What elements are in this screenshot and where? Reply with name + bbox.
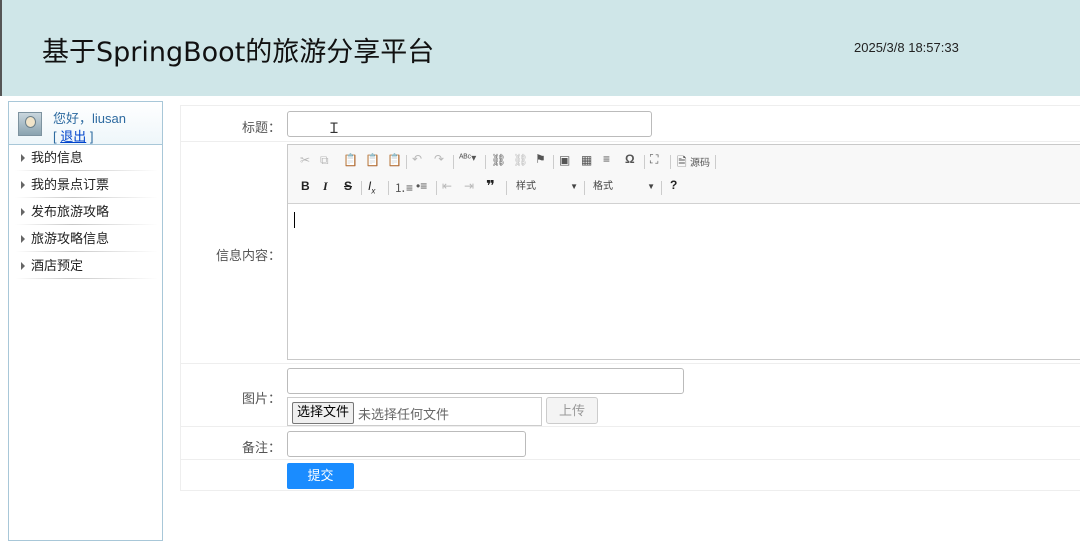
upload-button[interactable]: 上传 [546,397,598,424]
toolbar-separator [661,181,662,195]
caret-right-icon [21,181,25,189]
copy-icon[interactable]: ⧉ [320,153,329,168]
anchor-flag-icon[interactable]: ⚑ [535,152,546,166]
logout-bracket-close: ] [86,129,94,144]
guide-form: 标题： Ｉ 信息内容： ✂ ⧉ 📋 📋 📋 ↶ ↷ ᴬᴮᶜ▾ ⛓ ⛓ ⚑ ▣ ▦… [180,105,1080,491]
title-input[interactable] [287,111,652,137]
user-greeting: 您好，liusan [53,111,126,126]
image-label: 图片： [241,391,281,406]
image-icon[interactable]: ▣ [559,153,570,167]
special-char-omega-icon[interactable]: Ω [625,152,635,166]
current-datetime: 2025/3/8 18:57:33 [854,40,959,55]
submit-button[interactable]: 提交 [287,463,354,489]
toolbar-separator [485,155,486,169]
chevron-down-icon: ▼ [647,182,655,191]
choose-file-button[interactable]: 选择文件 [292,402,355,424]
undo-icon[interactable]: ↶ [412,152,422,166]
editor-toolbar: ✂ ⧉ 📋 📋 📋 ↶ ↷ ᴬᴮᶜ▾ ⛓ ⛓ ⚑ ▣ ▦ ≡ Ω ⛶ 🗎 源码 [288,145,1080,204]
toolbar-separator [506,181,507,195]
spellcheck-icon[interactable]: ᴬᴮᶜ▾ [459,153,476,164]
indent-icon[interactable]: ⇥ [464,179,474,193]
format-dropdown[interactable]: 格式 ▼ [593,179,657,195]
bulleted-list-icon[interactable]: •≡ [416,179,427,193]
no-file-selected-text: 未选择任何文件 [358,407,450,422]
outdent-icon[interactable]: ⇤ [442,179,452,193]
styles-dropdown[interactable]: 样式 ▼ [516,179,580,195]
paste-icon[interactable]: 📋 [343,153,358,167]
sidebar-item-my-ticket-orders[interactable]: 我的景点订票 [9,172,162,199]
editor-content-area[interactable] [288,204,1080,360]
sidebar-item-publish-guide[interactable]: 发布旅游攻略 [9,199,162,226]
caret-right-icon [21,154,25,162]
caret-right-icon [21,208,25,216]
format-dropdown-label: 格式 [593,181,613,192]
header-bar: 基于SpringBoot的旅游分享平台 2025/3/8 18:57:33 [0,0,1080,96]
italic-button[interactable]: I [323,179,328,194]
source-icon[interactable]: 🗎 [677,153,687,174]
title-label: 标题： [241,120,281,135]
sidebar-item-label: 酒店预定 [31,258,84,273]
remark-input[interactable] [287,431,526,457]
table-icon[interactable]: ▦ [581,153,592,167]
image-path-input[interactable] [287,368,684,394]
styles-dropdown-label: 样式 [516,181,536,192]
sidebar-item-guide-info[interactable]: 旅游攻略信息 [9,226,162,253]
toolbar-separator [553,155,554,169]
numbered-list-icon[interactable]: ⒈≡ [394,179,413,196]
caret-right-icon [21,262,25,270]
content-label: 信息内容： [215,248,281,263]
remove-format-icon[interactable]: Ix [368,179,375,195]
toolbar-separator [670,155,671,169]
paste-text-icon[interactable]: 📋 [365,153,380,167]
toolbar-separator [644,155,645,169]
sidebar-item-my-info[interactable]: 我的信息 [9,145,162,172]
sidebar-item-label: 发布旅游攻略 [31,204,110,219]
toolbar-separator [584,181,585,195]
sidebar: 您好，liusan [ 退出 ] 我的信息 我的景点订票 发布旅游攻略 旅游攻略… [8,101,163,541]
file-picker: 选择文件 未选择任何文件 [287,397,542,426]
strikethrough-button[interactable]: S [344,179,352,193]
remark-label: 备注： [241,440,281,455]
toolbar-separator [436,181,437,195]
text-cursor-icon: Ｉ [327,120,341,136]
sidebar-item-hotel-booking[interactable]: 酒店预定 [9,253,162,280]
blockquote-icon[interactable]: ❞ [486,177,495,195]
toolbar-separator [715,155,716,169]
logout-line: [ 退出 ] [53,126,93,145]
text-caret [294,212,295,228]
sidebar-item-label: 旅游攻略信息 [31,231,110,246]
toolbar-separator [361,181,362,195]
avatar [18,112,42,136]
rich-text-editor: ✂ ⧉ 📋 📋 📋 ↶ ↷ ᴬᴮᶜ▾ ⛓ ⛓ ⚑ ▣ ▦ ≡ Ω ⛶ 🗎 源码 [287,144,1080,360]
sidebar-item-label: 我的景点订票 [31,177,110,192]
site-title: 基于SpringBoot的旅游分享平台 [42,37,435,68]
paste-word-icon[interactable]: 📋 [387,153,402,167]
toolbar-separator [388,181,389,195]
toolbar-separator [453,155,454,169]
title-row: 标题： Ｉ [181,106,1080,142]
image-row: 图片： 选择文件 未选择任何文件 上传 [181,364,1080,427]
horizontal-rule-icon[interactable]: ≡ [603,152,610,166]
bold-button[interactable]: B [301,179,310,193]
toolbar-separator [406,155,407,169]
logout-link[interactable]: 退出 [60,129,86,144]
user-info-box: 您好，liusan [ 退出 ] [9,102,162,145]
unlink-icon[interactable]: ⛓ [513,153,528,167]
sidebar-item-label: 我的信息 [31,150,84,165]
caret-right-icon [21,235,25,243]
maximize-icon[interactable]: ⛶ [650,152,658,167]
redo-icon[interactable]: ↷ [434,152,444,166]
chevron-down-icon: ▼ [570,182,578,191]
remark-row: 备注： [181,427,1080,460]
link-icon[interactable]: ⛓ [491,153,506,167]
cut-icon[interactable]: ✂ [300,153,310,167]
source-button-label[interactable]: 源码 [690,154,710,169]
help-button[interactable]: ? [670,178,677,192]
